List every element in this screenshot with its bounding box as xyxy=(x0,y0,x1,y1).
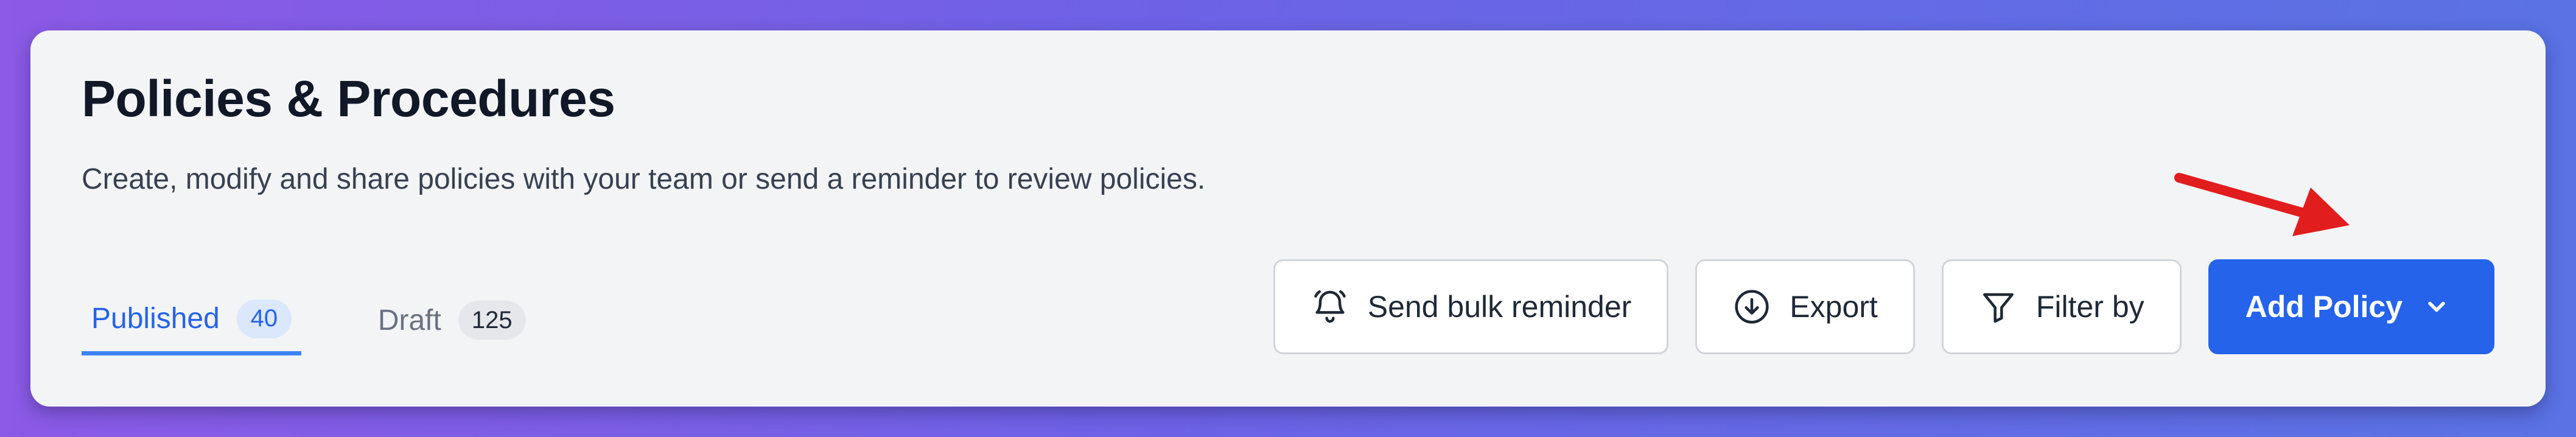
filter-by-label: Filter by xyxy=(2035,290,2144,324)
filter-by-button[interactable]: Filter by xyxy=(1941,259,2182,354)
policy-tabs: Published 40 Draft 125 xyxy=(82,295,536,355)
chevron-down-icon xyxy=(2423,293,2450,320)
policies-card: Policies & Procedures Create, modify and… xyxy=(30,30,2546,407)
tab-published-count-badge: 40 xyxy=(236,299,292,338)
send-bulk-reminder-label: Send bulk reminder xyxy=(1367,290,1632,324)
toolbar-actions: Send bulk reminder Export Filter by Add … xyxy=(1273,259,2494,354)
add-policy-label: Add Policy xyxy=(2245,290,2403,324)
send-bulk-reminder-button[interactable]: Send bulk reminder xyxy=(1273,259,1669,354)
add-policy-button[interactable]: Add Policy xyxy=(2208,259,2494,354)
tab-draft[interactable]: Draft 125 xyxy=(368,295,536,346)
tab-published-label: Published xyxy=(91,302,220,335)
tab-draft-count-badge: 125 xyxy=(458,301,526,340)
tab-draft-label: Draft xyxy=(377,304,441,337)
download-icon xyxy=(1732,287,1771,326)
page-title: Policies & Procedures xyxy=(82,70,615,127)
filter-icon xyxy=(1979,287,2018,326)
export-button[interactable]: Export xyxy=(1695,259,1915,354)
bell-icon xyxy=(1311,287,1349,326)
export-label: Export xyxy=(1790,290,1878,324)
tab-published[interactable]: Published 40 xyxy=(82,295,301,355)
page-subtitle: Create, modify and share policies with y… xyxy=(82,163,1206,195)
